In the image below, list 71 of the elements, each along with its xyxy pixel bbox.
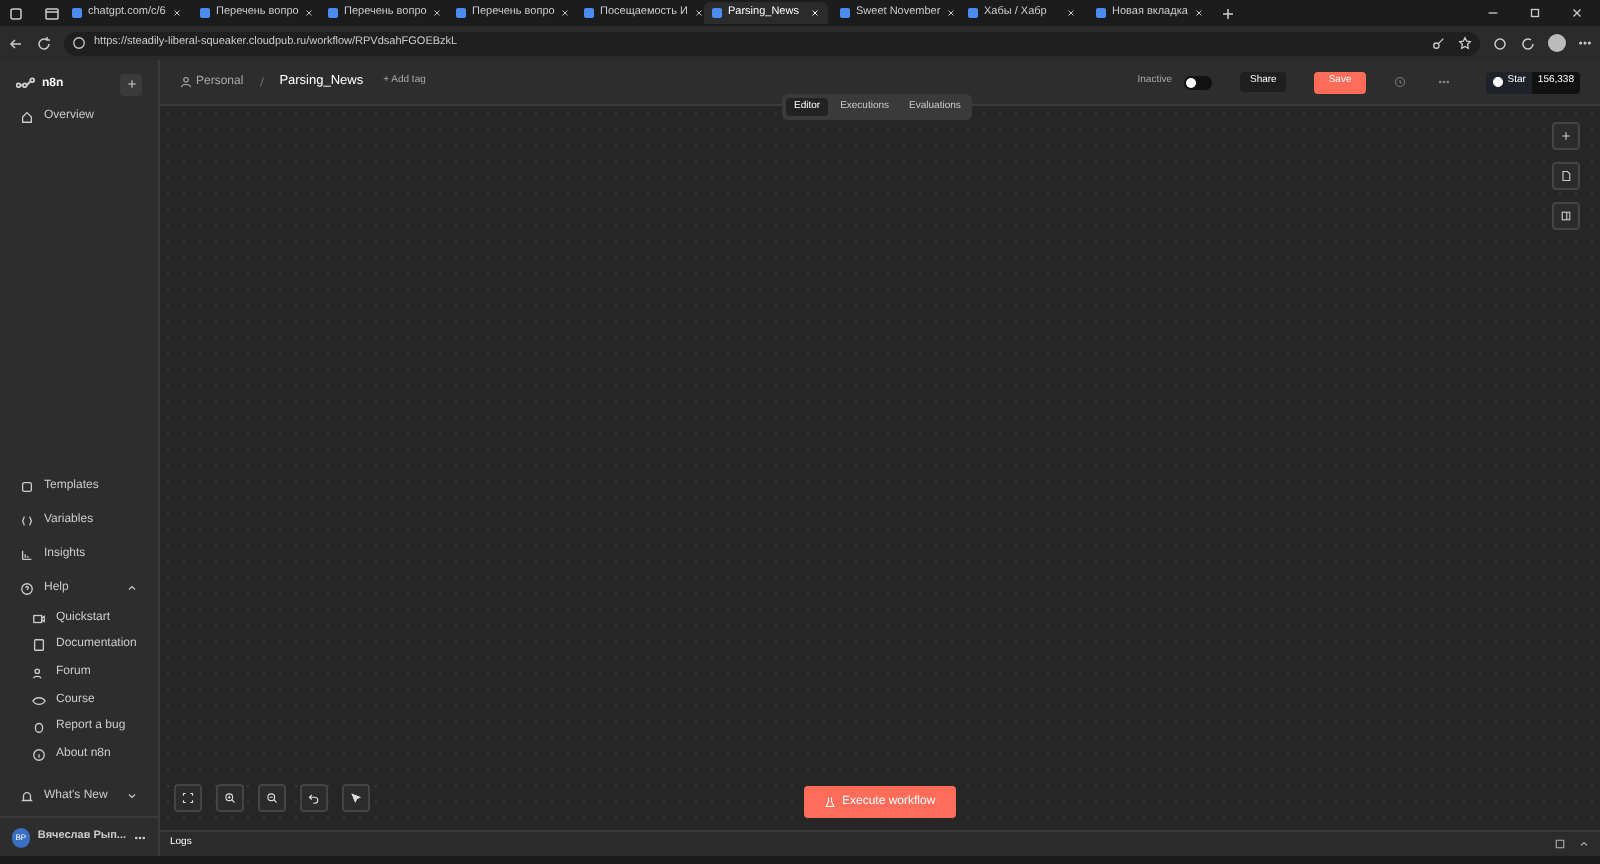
canvas-control-button[interactable] (174, 784, 202, 812)
close-icon (1570, 6, 1584, 20)
bell-icon (20, 789, 34, 803)
cursor-icon (350, 792, 362, 804)
box-icon (20, 479, 34, 494)
favicon-icon (456, 8, 466, 18)
close-icon (1066, 8, 1076, 18)
close-icon (1194, 8, 1204, 18)
new-tab-icon (1220, 5, 1236, 21)
close-icon (693, 8, 704, 18)
home-icon (20, 109, 34, 123)
fit-view-icon (182, 792, 194, 804)
canvas-control-button[interactable] (258, 784, 286, 812)
history-icon (1393, 76, 1406, 88)
chevron-icon (126, 790, 138, 802)
brackets-icon (20, 513, 34, 528)
favicon-icon (712, 8, 722, 18)
video-icon (32, 611, 46, 626)
plus-icon (1560, 130, 1572, 142)
chevron-up-icon (1578, 838, 1590, 850)
zoom-in-icon (224, 792, 236, 804)
users-icon (32, 665, 46, 680)
eye-icon (32, 693, 46, 708)
sync-icon (1520, 35, 1536, 51)
user-icon (180, 76, 192, 88)
close-icon (560, 8, 571, 18)
help-icon (20, 581, 34, 596)
canvas-control-button[interactable] (216, 784, 244, 812)
note-icon (1560, 170, 1572, 182)
maximize-icon (1528, 6, 1542, 20)
panel-icon (1560, 210, 1572, 222)
canvas-control-button[interactable] (342, 784, 370, 812)
flask-icon (824, 796, 836, 808)
plus-icon (125, 78, 137, 90)
star-icon (1458, 36, 1472, 50)
back-icon (8, 35, 24, 51)
favicon-icon (1096, 8, 1106, 18)
canvas-tool-button[interactable] (1552, 202, 1580, 230)
key-icon (1432, 36, 1446, 50)
close-icon (171, 8, 182, 18)
favicon-icon (72, 8, 82, 18)
reload-icon (36, 35, 52, 51)
close-icon (304, 8, 315, 18)
close-icon (432, 8, 443, 18)
canvas-tool-button[interactable] (1552, 122, 1580, 150)
undo-icon (308, 792, 320, 804)
tab-list-icon (44, 5, 60, 21)
favicon-icon (584, 8, 594, 18)
popout-icon (1554, 838, 1566, 850)
more-icon (1437, 76, 1450, 88)
favicon-icon (968, 8, 978, 18)
tab-actions-icon (8, 5, 24, 21)
active-toggle[interactable] (1184, 75, 1212, 89)
minimize-icon (1486, 6, 1500, 20)
zoom-out-icon (266, 792, 278, 804)
more-icon (1578, 36, 1592, 50)
close-icon (810, 8, 820, 18)
favicon-icon (328, 8, 338, 18)
favicon-icon (200, 8, 210, 18)
chart-icon (20, 547, 34, 562)
avatar-icon[interactable] (1548, 34, 1566, 52)
logo-icon (16, 74, 36, 94)
chevron-icon (126, 582, 138, 595)
book-icon (32, 638, 46, 653)
close-icon (946, 8, 957, 18)
canvas-tool-button[interactable] (1552, 162, 1580, 190)
favicon-icon (840, 8, 850, 18)
slash-icon (255, 76, 268, 88)
more-icon (134, 831, 146, 843)
add-button[interactable] (120, 73, 142, 95)
canvas-control-button[interactable] (300, 784, 328, 812)
